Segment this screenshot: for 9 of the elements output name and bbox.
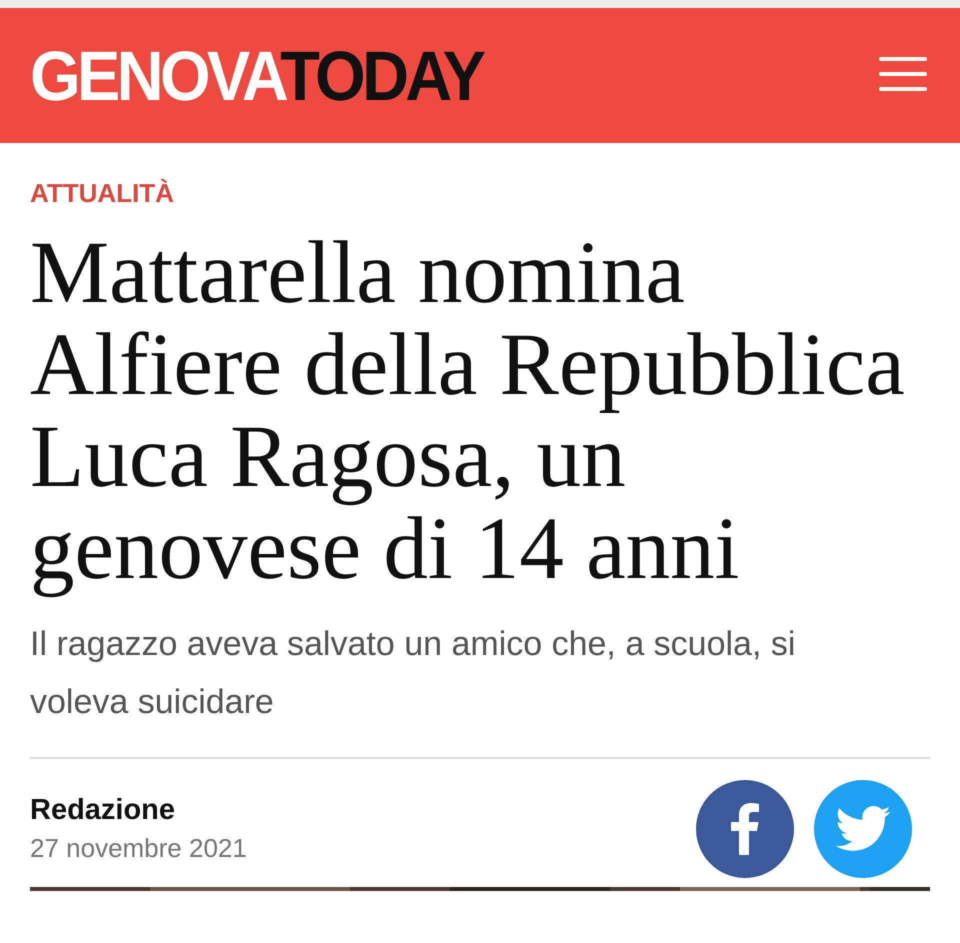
facebook-logo-icon xyxy=(730,803,760,855)
publish-date: 27 novembre 2021 xyxy=(30,832,247,865)
article-subtitle: Il ragazzo aveva salvato un amico che, a scuola, si voleva suicidare xyxy=(30,624,796,723)
author-name: Redazione xyxy=(30,793,176,828)
article-headline: Mattarella nomina Alfiere della Repubblica Luca Ragosa, un genovese di 14 anni xyxy=(30,227,906,595)
category-label[interactable]: ATTUALITÀ xyxy=(30,177,930,209)
site-logo[interactable]: GENOVATODAY xyxy=(30,40,482,110)
menu-icon xyxy=(878,56,928,92)
bird-icon xyxy=(835,806,891,852)
